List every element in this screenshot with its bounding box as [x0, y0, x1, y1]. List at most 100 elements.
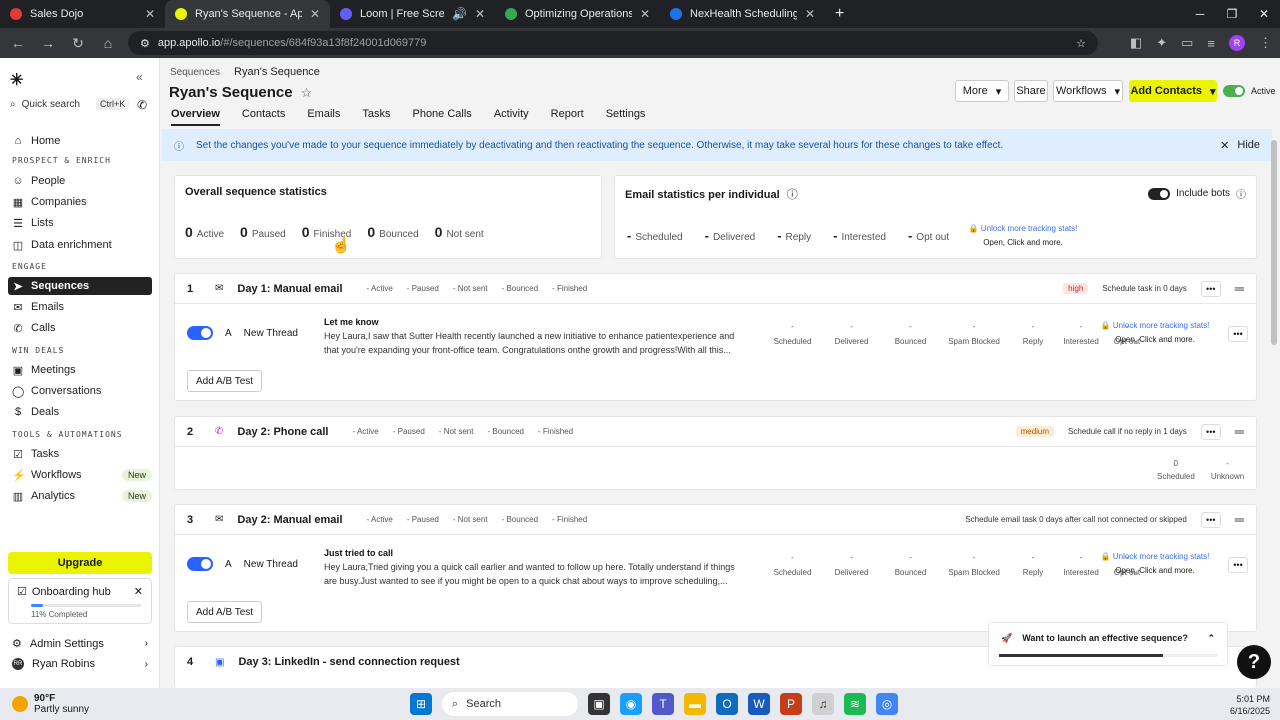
- close-icon[interactable]: ✕: [310, 7, 320, 21]
- word-icon[interactable]: W: [748, 693, 770, 715]
- browser-tab[interactable]: NexHealth Scheduling | Stream ✕: [660, 0, 825, 28]
- apollo-logo[interactable]: ✳: [10, 70, 23, 90]
- windows-start-icon[interactable]: ⊞: [410, 693, 432, 715]
- email-preview[interactable]: Just tried to call Hey Laura,Tried givin…: [324, 546, 764, 588]
- browser-tab[interactable]: Sales Dojo ✕: [0, 0, 165, 28]
- onboarding-hub[interactable]: ☑ Onboarding hub ✕ 11% Completed: [8, 578, 152, 624]
- add-ab-test-button[interactable]: Add A/B Test: [187, 601, 263, 623]
- sidebar-item-companies[interactable]: ▦ Companies: [8, 193, 152, 211]
- tab-tasks[interactable]: Tasks: [362, 108, 390, 126]
- address-bar[interactable]: ⚙ app.apollo.io/#/sequences/684f93a13f8f…: [128, 31, 1098, 55]
- phone-icon[interactable]: ✆: [137, 98, 147, 112]
- sidebar-item-deals[interactable]: $ Deals: [8, 403, 152, 421]
- thread-toggle[interactable]: [187, 326, 213, 340]
- quick-search[interactable]: ⌕ Quick search Ctrl+K: [10, 98, 130, 110]
- status-toggle[interactable]: [1223, 85, 1245, 97]
- system-clock[interactable]: 5:01 PM 6/16/2025: [1230, 693, 1270, 717]
- profile-avatar[interactable]: R: [1229, 35, 1245, 51]
- sidebar-item-people[interactable]: ☺ People: [8, 172, 152, 190]
- copilot-icon[interactable]: ◉: [620, 693, 642, 715]
- include-bots-toggle[interactable]: [1148, 187, 1171, 200]
- thread-toggle[interactable]: [187, 557, 213, 571]
- extensions-puzzle-icon[interactable]: ✦: [1156, 35, 1167, 51]
- collapse-sidebar-icon[interactable]: «: [136, 70, 143, 84]
- star-icon[interactable]: ☆: [301, 85, 313, 101]
- sidebar-item-conversations[interactable]: ◯ Conversations: [8, 382, 152, 400]
- weather-widget[interactable]: 90°F Partly sunny: [0, 693, 89, 715]
- bookmark-star-icon[interactable]: ☆: [1076, 37, 1086, 50]
- sidebar-item-sequences[interactable]: ➤ Sequences: [8, 277, 152, 295]
- back-icon[interactable]: ←: [8, 35, 28, 51]
- maximize-icon[interactable]: ❐: [1216, 0, 1248, 28]
- file-explorer-icon[interactable]: ▬: [684, 693, 706, 715]
- menu-kebab-icon[interactable]: ⋮: [1259, 35, 1272, 51]
- speaker-icon[interactable]: 🔊: [452, 7, 467, 21]
- outlook-icon[interactable]: O: [716, 693, 738, 715]
- sidebar-item-workflows[interactable]: ⚡ Workflows New: [8, 466, 152, 484]
- active-toggle[interactable]: Active: [1223, 80, 1276, 102]
- media-icon[interactable]: ≡: [1207, 36, 1215, 51]
- upgrade-button[interactable]: Upgrade: [8, 552, 152, 574]
- more-button[interactable]: More ▾: [955, 80, 1009, 102]
- cast-icon[interactable]: ▭: [1181, 35, 1193, 51]
- drag-handle-icon[interactable]: ═: [1235, 424, 1244, 439]
- unlock-tracking[interactable]: 🔒 Unlock more tracking stats! Open, Click…: [1095, 319, 1215, 347]
- minimize-icon[interactable]: ─: [1184, 0, 1216, 28]
- scrollbar-thumb[interactable]: [1271, 140, 1277, 345]
- sidebar-item-data-enrichment[interactable]: ◫ Data enrichment: [8, 236, 152, 254]
- close-icon[interactable]: ✕: [640, 7, 650, 21]
- sidebar-item-lists[interactable]: ☰ Lists: [8, 214, 152, 232]
- close-icon[interactable]: ✕: [145, 7, 155, 21]
- unlock-tracking[interactable]: 🔒 Unlock more tracking stats! Open, Click…: [1095, 550, 1215, 578]
- home-icon[interactable]: ⌂: [98, 35, 118, 51]
- sidebar-item-analytics[interactable]: ▥ Analytics New: [8, 487, 152, 505]
- browser-tab[interactable]: Loom | Free Screen & Video 🔊 ✕: [330, 0, 495, 28]
- site-info-icon[interactable]: ⚙: [140, 37, 150, 50]
- powerpoint-icon[interactable]: P: [780, 693, 802, 715]
- email-preview[interactable]: Let me know Hey Laura,I saw that Sutter …: [324, 315, 764, 357]
- stat-active[interactable]: 0 Active: [185, 224, 224, 240]
- forward-icon[interactable]: →: [38, 35, 58, 51]
- admin-settings[interactable]: ⚙ Admin Settings ›: [12, 637, 148, 651]
- hide-banner-button[interactable]: ✕ Hide: [1220, 139, 1260, 152]
- teams-icon[interactable]: T: [652, 693, 674, 715]
- chevron-up-icon[interactable]: ⌃: [1207, 633, 1215, 655]
- help-button[interactable]: ?: [1237, 645, 1271, 679]
- workflows-button[interactable]: Workflows ▾: [1053, 80, 1123, 102]
- tab-settings[interactable]: Settings: [606, 108, 646, 126]
- stat-not-sent[interactable]: 0 Not sent: [435, 224, 484, 240]
- launch-guide-widget[interactable]: 🚀 Want to launch an effective sequence? …: [988, 622, 1228, 666]
- more-options-icon[interactable]: •••: [1200, 511, 1221, 528]
- spotify-icon[interactable]: ≋: [844, 693, 866, 715]
- scrollbar[interactable]: [1270, 130, 1278, 685]
- more-options-icon[interactable]: •••: [1228, 557, 1248, 573]
- info-icon[interactable]: ⓘ: [1236, 186, 1246, 201]
- tab-phone-calls[interactable]: Phone Calls: [412, 108, 471, 126]
- breadcrumb-root[interactable]: Sequences: [170, 67, 220, 78]
- share-button[interactable]: Share: [1014, 80, 1048, 102]
- more-options-icon[interactable]: •••: [1200, 423, 1221, 440]
- sidebar-item-meetings[interactable]: ▣ Meetings: [8, 361, 152, 379]
- extension-icon[interactable]: ◧: [1130, 35, 1142, 51]
- user-menu[interactable]: RR Ryan Robins ›: [12, 658, 148, 670]
- info-icon[interactable]: ⓘ: [787, 189, 798, 201]
- browser-tab-active[interactable]: Ryan's Sequence - Apollo ✕: [165, 0, 330, 28]
- tab-contacts[interactable]: Contacts: [242, 108, 285, 126]
- more-options-icon[interactable]: •••: [1200, 280, 1221, 297]
- taskbar-search[interactable]: ⌕ Search: [442, 692, 578, 716]
- tab-activity[interactable]: Activity: [494, 108, 529, 126]
- browser-tab[interactable]: Optimizing Operations: Virginia ✕: [495, 0, 660, 28]
- music-icon[interactable]: ♫: [812, 693, 834, 715]
- add-ab-test-button[interactable]: Add A/B Test: [187, 370, 263, 392]
- sidebar-item-home[interactable]: ⌂ Home: [8, 132, 152, 150]
- drag-handle-icon[interactable]: ═: [1235, 512, 1244, 527]
- tab-overview[interactable]: Overview: [171, 108, 220, 126]
- include-bots[interactable]: Include bots ⓘ: [1148, 186, 1246, 201]
- sidebar-item-tasks[interactable]: ☑ Tasks: [8, 445, 152, 463]
- reload-icon[interactable]: ↻: [68, 35, 88, 52]
- unlock-tracking[interactable]: 🔒 Unlock more tracking stats! Open, Click…: [963, 222, 1083, 250]
- stat-paused[interactable]: 0 Paused: [240, 224, 286, 240]
- close-icon[interactable]: ✕: [475, 7, 485, 21]
- drag-handle-icon[interactable]: ═: [1235, 281, 1244, 296]
- task-view-icon[interactable]: ▣: [588, 693, 610, 715]
